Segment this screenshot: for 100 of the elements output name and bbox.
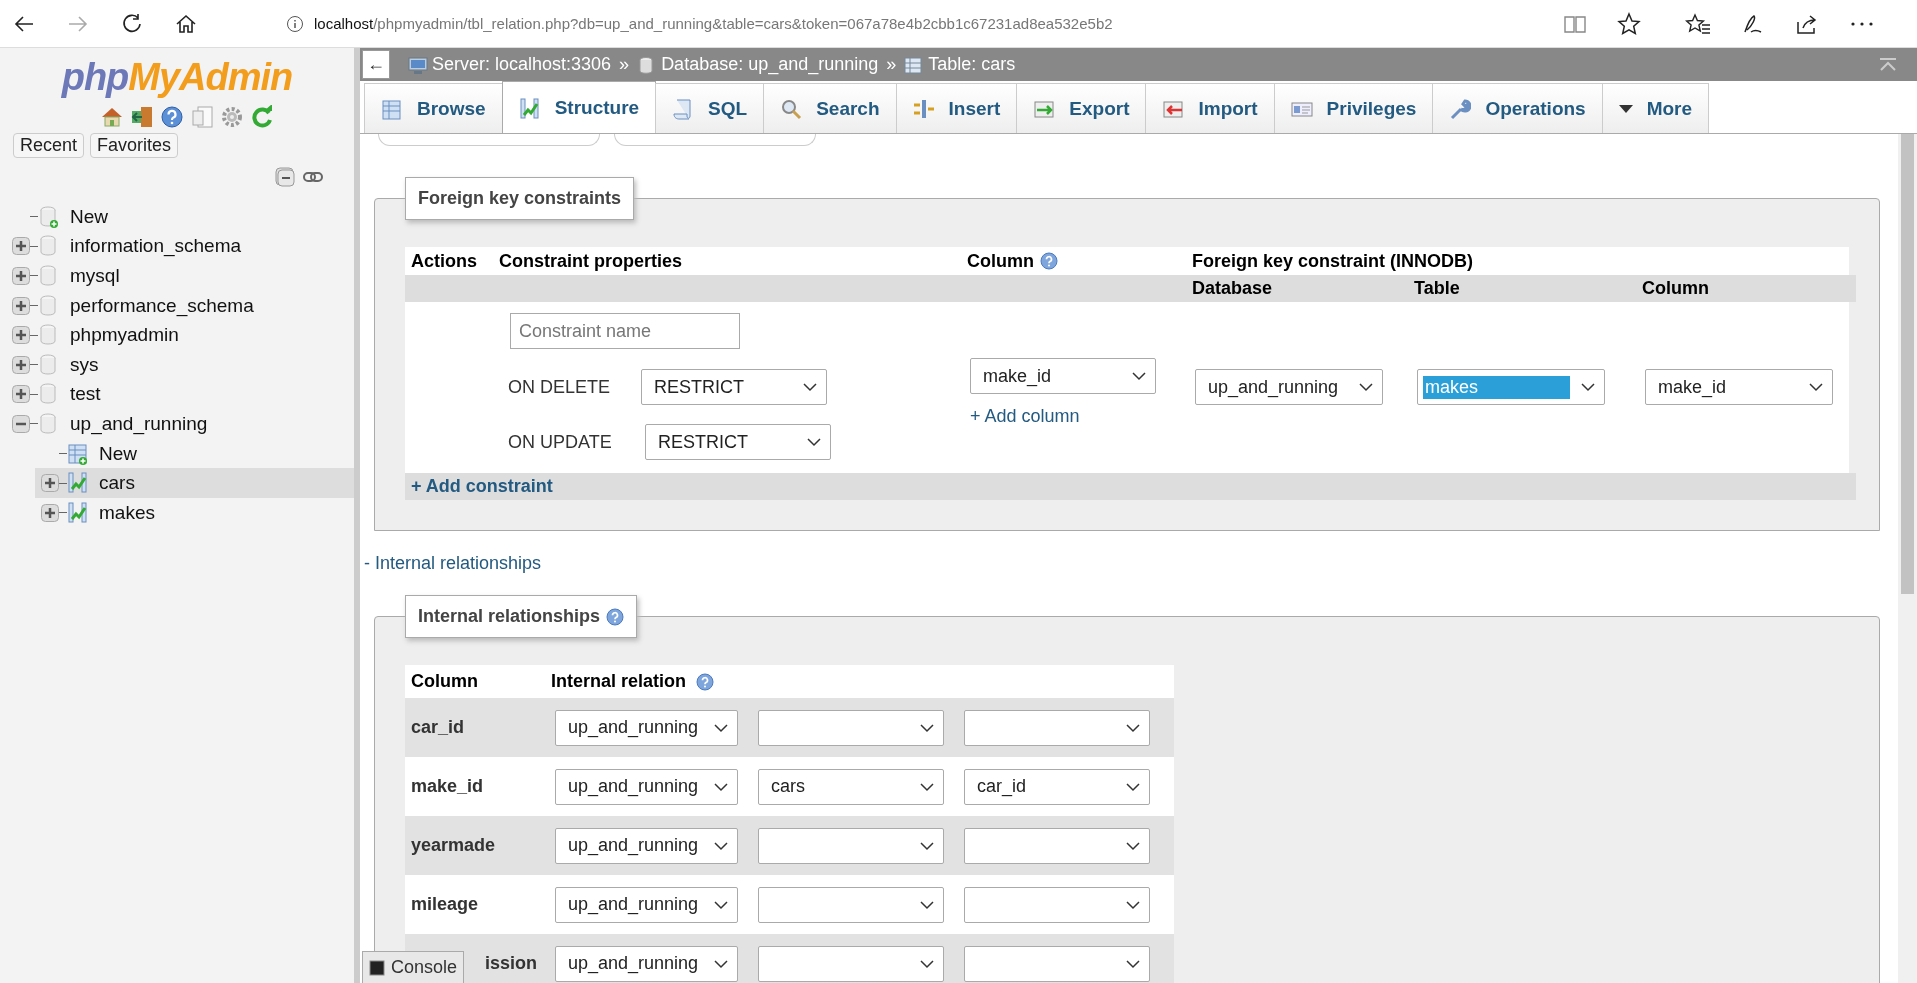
column-header: Internal relation: [551, 671, 687, 692]
expand-icon[interactable]: [12, 385, 30, 404]
help-icon[interactable]: [160, 105, 184, 129]
chevron-icon: [713, 722, 729, 733]
tab[interactable]: Browse: [364, 83, 503, 133]
help-icon[interactable]: [1040, 252, 1058, 270]
new-database-icon[interactable]: [38, 204, 60, 229]
constraint-name-field[interactable]: Constraint name: [510, 313, 740, 349]
expand-icon[interactable]: [12, 237, 30, 256]
recent-button[interactable]: Recent: [13, 133, 85, 158]
tab[interactable]: Import: [1145, 83, 1275, 133]
table-icon[interactable]: [67, 471, 89, 496]
expand-icon[interactable]: [12, 355, 30, 374]
database-link[interactable]: performance_schema: [70, 294, 254, 317]
database-select[interactable]: up_and_running: [555, 709, 738, 746]
database-select[interactable]: up_and_running: [555, 886, 738, 923]
expand-icon[interactable]: [41, 474, 59, 493]
tab[interactable]: Structure: [501, 81, 657, 133]
scrollbar[interactable]: [1898, 134, 1917, 983]
database-link[interactable]: mysql: [70, 265, 120, 287]
documents-icon[interactable]: [190, 105, 214, 129]
chevron-icon: [1358, 382, 1374, 392]
url-text: localhost/phpmyadmin/tbl_relation.php?db=up_and_running&table=cars&token=067a78e4b2cbb1c67231ad8ea532e5b2: [314, 15, 1113, 32]
expand-icon[interactable]: [12, 326, 30, 345]
collapse-icon[interactable]: [12, 414, 30, 433]
tab[interactable]: Operations: [1432, 83, 1603, 133]
table-icon: [904, 54, 925, 75]
fieldset-legend: Internal relationships: [405, 595, 638, 638]
breadcrumb-link[interactable]: Table: cars: [928, 54, 1016, 75]
tab[interactable]: Search: [763, 83, 897, 133]
database-select[interactable]: up_and_running: [555, 827, 738, 864]
breadcrumb-link[interactable]: Server: localhost:3306: [432, 54, 612, 75]
column-header: Constraint properties: [498, 250, 684, 272]
favorites-button[interactable]: Favorites: [90, 133, 179, 158]
wrench-icon: [1449, 97, 1472, 120]
help-icon[interactable]: [606, 607, 625, 626]
field-label: ON UPDATE: [508, 431, 613, 453]
scrollbar-thumb[interactable]: [1901, 134, 1914, 594]
database-link[interactable]: test: [70, 383, 101, 406]
column-select[interactable]: make_id: [1645, 369, 1833, 405]
column-select[interactable]: [964, 886, 1150, 923]
expand-icon[interactable]: [12, 296, 30, 315]
chevron-icon: [919, 899, 935, 910]
database-link[interactable]: sys: [70, 353, 99, 376]
tab[interactable]: More: [1601, 83, 1710, 133]
tab[interactable]: Export: [1016, 83, 1147, 133]
exit-door-icon[interactable]: [130, 105, 154, 129]
reload-icon[interactable]: [250, 105, 274, 129]
expand-icon[interactable]: [12, 267, 30, 285]
action-select[interactable]: RESTRICT: [641, 369, 827, 405]
chevron-icon: [802, 382, 818, 392]
column-select[interactable]: make_id: [970, 358, 1156, 394]
collapse-all-icon[interactable]: [274, 166, 296, 188]
database-select[interactable]: up_and_running: [555, 768, 738, 805]
console-button[interactable]: Console: [362, 951, 465, 983]
column-name: yearmade: [411, 835, 497, 856]
database-link[interactable]: information_schema: [70, 235, 242, 258]
back-button[interactable]: ←: [362, 50, 390, 79]
database-link[interactable]: phpmyadmin: [70, 324, 179, 347]
table-select[interactable]: cars: [758, 768, 944, 805]
phpmyadmin-logo[interactable]: phpMyAdmin: [47, 48, 307, 99]
column-name: make_id: [411, 776, 485, 797]
column-select[interactable]: [964, 827, 1150, 864]
chevron-icon: [713, 899, 729, 910]
table-select[interactable]: [758, 945, 944, 982]
database-select[interactable]: up_and_running: [1195, 369, 1383, 405]
expand-icon[interactable]: [41, 503, 59, 522]
internal-relationships-link[interactable]: - Internal relationships: [364, 553, 542, 574]
new-table-icon[interactable]: [67, 441, 89, 466]
column-select[interactable]: [964, 709, 1150, 746]
favorites-icon[interactable]: [1685, 11, 1711, 36]
chevron-icon: [806, 437, 822, 447]
tab[interactable]: Privileges: [1273, 83, 1434, 133]
table-link[interactable]: cars: [99, 472, 135, 495]
database-select[interactable]: up_and_running: [555, 945, 738, 982]
table-select[interactable]: [758, 886, 944, 923]
action-select[interactable]: RESTRICT: [645, 424, 831, 460]
chevron-icon: [713, 781, 729, 792]
table-icon[interactable]: [67, 500, 89, 525]
database-link[interactable]: up_and_running: [70, 412, 208, 435]
breadcrumb-link[interactable]: Database: up_and_running: [661, 54, 879, 75]
breadcrumb-separator: »: [886, 54, 897, 75]
column-select[interactable]: [964, 945, 1150, 982]
column-name: mileage: [411, 894, 480, 915]
settings-icon[interactable]: [220, 105, 244, 129]
caret-icon: [1618, 104, 1633, 113]
table-select[interactable]: [758, 709, 944, 746]
tab[interactable]: Insert: [895, 83, 1018, 133]
new-link[interactable]: New: [70, 205, 108, 228]
chevron-icon: [1131, 371, 1147, 381]
help-icon[interactable]: [696, 672, 715, 691]
add-column-link[interactable]: + Add column: [970, 406, 1080, 427]
add-constraint-link[interactable]: + Add constraint: [411, 476, 553, 497]
table-select[interactable]: [758, 827, 944, 864]
table-link[interactable]: makes: [99, 501, 155, 524]
star-icon[interactable]: [1617, 11, 1641, 36]
table-icon: [381, 97, 403, 120]
new-link[interactable]: New: [99, 442, 137, 465]
column-select[interactable]: car_id: [964, 768, 1150, 805]
tab[interactable]: SQL: [655, 83, 765, 133]
